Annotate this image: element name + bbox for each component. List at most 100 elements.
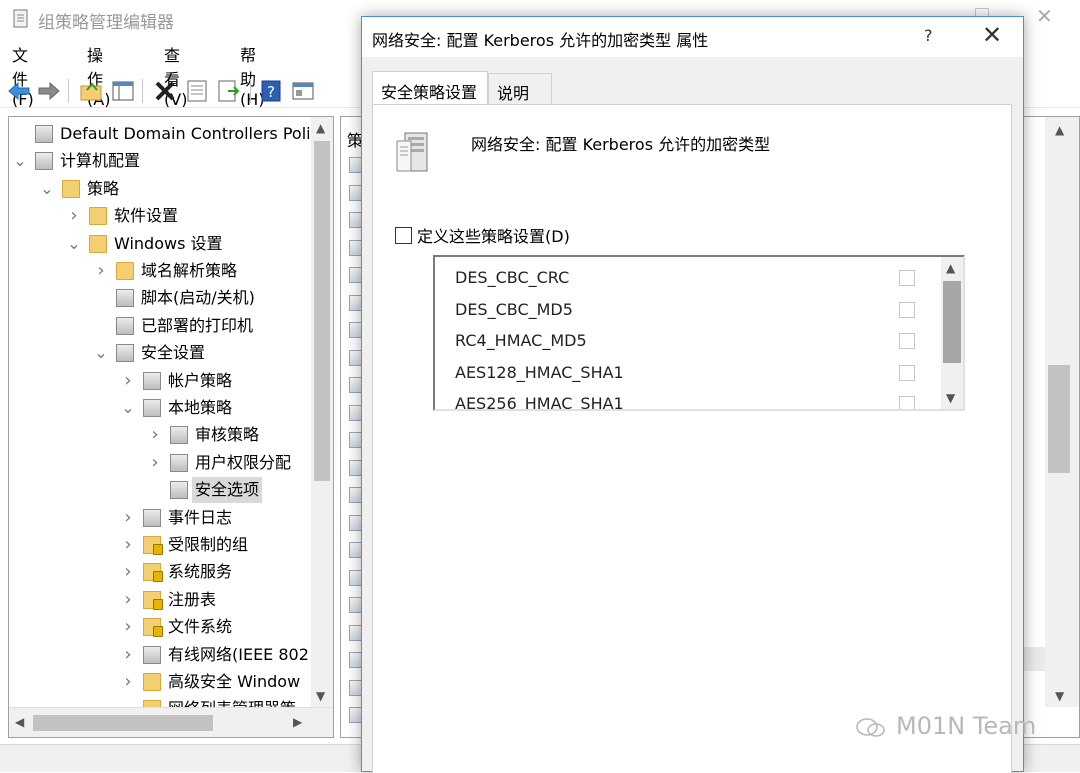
- scroll-down-arrow-icon[interactable]: ▼: [316, 689, 325, 703]
- chevron-right-icon[interactable]: ›: [121, 587, 135, 613]
- chevron-right-icon[interactable]: ›: [121, 368, 135, 394]
- locked-folder-icon: [143, 536, 163, 555]
- chevron-down-icon[interactable]: ⌄: [94, 340, 108, 366]
- encryption-type-row[interactable]: DES_CBC_CRC: [455, 263, 925, 293]
- policy-title: 网络安全: 配置 Kerberos 允许的加密类型: [471, 135, 771, 154]
- export-icon[interactable]: [216, 78, 242, 104]
- view-icon[interactable]: [290, 78, 316, 104]
- watermark-text: M01N Team: [896, 712, 1037, 740]
- tree-item-label: 事件日志: [168, 507, 233, 527]
- server-policy-icon: [396, 132, 428, 172]
- define-policy-label[interactable]: 定义这些策略设置(D): [417, 223, 570, 247]
- scroll-up-arrow-icon[interactable]: ▲: [946, 261, 955, 275]
- server-icon: [170, 453, 188, 472]
- up-folder-icon[interactable]: [78, 78, 104, 104]
- tree-item-label: Windows 设置: [114, 233, 223, 253]
- encryption-type-row[interactable]: DES_CBC_MD5: [455, 295, 925, 325]
- svg-text:?: ?: [267, 83, 275, 101]
- tree-horizontal-scrollbar[interactable]: ◀ ▶: [9, 707, 333, 737]
- policy-doc-icon: [35, 125, 53, 143]
- tree-item-label: 已部署的打印机: [141, 315, 254, 335]
- scroll-up-arrow-icon[interactable]: ▲: [316, 121, 325, 135]
- computer-icon: [35, 152, 53, 171]
- encryption-type-checkbox[interactable]: [899, 396, 915, 409]
- tree-item-label: 受限制的组: [168, 535, 249, 554]
- dialog-close-button[interactable]: ✕: [982, 21, 1002, 49]
- scroll-thumb[interactable]: [1048, 365, 1070, 473]
- encryption-type-checkbox[interactable]: [899, 270, 915, 286]
- server-icon: [170, 426, 188, 445]
- locked-folder-icon: [143, 563, 163, 583]
- tab-explain[interactable]: 说明: [488, 73, 552, 105]
- encryption-type-row[interactable]: AES256_HMAC_SHA1: [455, 389, 925, 409]
- back-arrow-icon[interactable]: [6, 78, 32, 104]
- scroll-up-arrow-icon[interactable]: ▲: [1055, 123, 1064, 137]
- chevron-right-icon[interactable]: ›: [121, 669, 135, 695]
- server-icon: [170, 481, 188, 500]
- scroll-right-arrow-icon[interactable]: ▶: [293, 715, 302, 729]
- encryption-type-checkbox[interactable]: [899, 364, 915, 381]
- encryption-types-list: DES_CBC_CRC DES_CBC_MD5 RC4_HMAC_MD5 AES128…: [433, 255, 965, 411]
- encryption-type-label: DES_CBC_MD5: [455, 299, 573, 319]
- properties-icon[interactable]: [184, 78, 210, 104]
- tree-item-label: 软件设置: [114, 206, 179, 226]
- toolbar-separator: [142, 79, 143, 103]
- dialog-help-button[interactable]: ?: [924, 26, 933, 45]
- scroll-thumb[interactable]: [314, 141, 330, 481]
- show-tree-icon[interactable]: [110, 78, 136, 104]
- dialog-title-bar: 网络安全: 配置 Kerberos 允许的加密类型 属性 ? ✕: [362, 17, 1023, 57]
- tree-item-label: 高级安全 Window: [168, 672, 301, 691]
- script-icon: [116, 289, 134, 308]
- tree-vertical-scrollbar[interactable]: ▲ ▼: [311, 117, 333, 707]
- encryption-type-row[interactable]: RC4_HMAC_MD5: [455, 326, 925, 356]
- chevron-right-icon[interactable]: ›: [121, 532, 135, 558]
- chevron-down-icon[interactable]: ⌄: [40, 176, 54, 202]
- window-title: 组策略管理编辑器: [38, 13, 174, 33]
- server-icon: [143, 399, 161, 417]
- encryption-type-label: RC4_HMAC_MD5: [455, 331, 587, 350]
- chevron-right-icon[interactable]: ›: [148, 450, 162, 476]
- chevron-right-icon[interactable]: ›: [67, 203, 81, 229]
- locked-folder-icon: [143, 618, 163, 638]
- policy-editor-icon: [13, 9, 28, 28]
- server-icon: [143, 508, 161, 527]
- encryption-type-checkbox[interactable]: [899, 301, 915, 318]
- chevron-down-icon[interactable]: ⌄: [13, 148, 27, 174]
- tree-item-label: 域名解析策略: [141, 261, 238, 280]
- scroll-down-arrow-icon[interactable]: ▼: [946, 391, 955, 405]
- folder-icon: [89, 207, 107, 226]
- chevron-right-icon[interactable]: ›: [121, 505, 135, 531]
- scroll-down-arrow-icon[interactable]: ▼: [1055, 689, 1064, 703]
- chevron-down-icon[interactable]: ⌄: [121, 395, 135, 421]
- chevron-right-icon[interactable]: ›: [121, 642, 135, 668]
- tree-item-label: 用户权限分配: [195, 452, 292, 472]
- tree-item-label: Default Domain Controllers Policy: [60, 124, 329, 143]
- tree-item-label: 安全设置: [141, 343, 206, 363]
- tree-item-label: 安全选项: [192, 477, 263, 504]
- dialog-title: 网络安全: 配置 Kerberos 允许的加密类型 属性: [372, 31, 709, 50]
- tree-item-label: 有线网络(IEEE 802: [168, 644, 309, 664]
- list-vertical-scrollbar[interactable]: ▲ ▼: [1045, 117, 1079, 707]
- selected-row-fragment[interactable]: [1021, 647, 1045, 671]
- tree-item-label: 审核策略: [195, 425, 260, 445]
- forward-arrow-icon[interactable]: [36, 78, 62, 104]
- tree-item-label: 策略: [87, 178, 120, 198]
- chevron-right-icon[interactable]: ›: [94, 258, 108, 284]
- wechat-icon: [856, 718, 885, 737]
- chevron-right-icon[interactable]: ›: [121, 559, 135, 585]
- scroll-thumb[interactable]: [33, 715, 213, 731]
- define-policy-checkbox[interactable]: [395, 227, 412, 244]
- chevron-right-icon[interactable]: ›: [121, 614, 135, 640]
- folder-icon: [62, 179, 80, 198]
- scroll-thumb[interactable]: [943, 281, 961, 363]
- encryption-type-row[interactable]: AES128_HMAC_SHA1: [455, 358, 925, 388]
- scroll-left-arrow-icon[interactable]: ◀: [15, 715, 24, 729]
- help-icon[interactable]: ?: [258, 78, 284, 104]
- encryption-type-checkbox[interactable]: [899, 333, 915, 349]
- delete-icon[interactable]: [152, 78, 178, 104]
- tab-security-policy-setting[interactable]: 安全策略设置: [372, 71, 488, 105]
- chevron-down-icon[interactable]: ⌄: [67, 231, 81, 257]
- chevron-right-icon[interactable]: ›: [148, 422, 162, 448]
- window-close-button[interactable]: ✕: [1036, 4, 1053, 28]
- encryption-list-scrollbar[interactable]: ▲ ▼: [941, 257, 963, 409]
